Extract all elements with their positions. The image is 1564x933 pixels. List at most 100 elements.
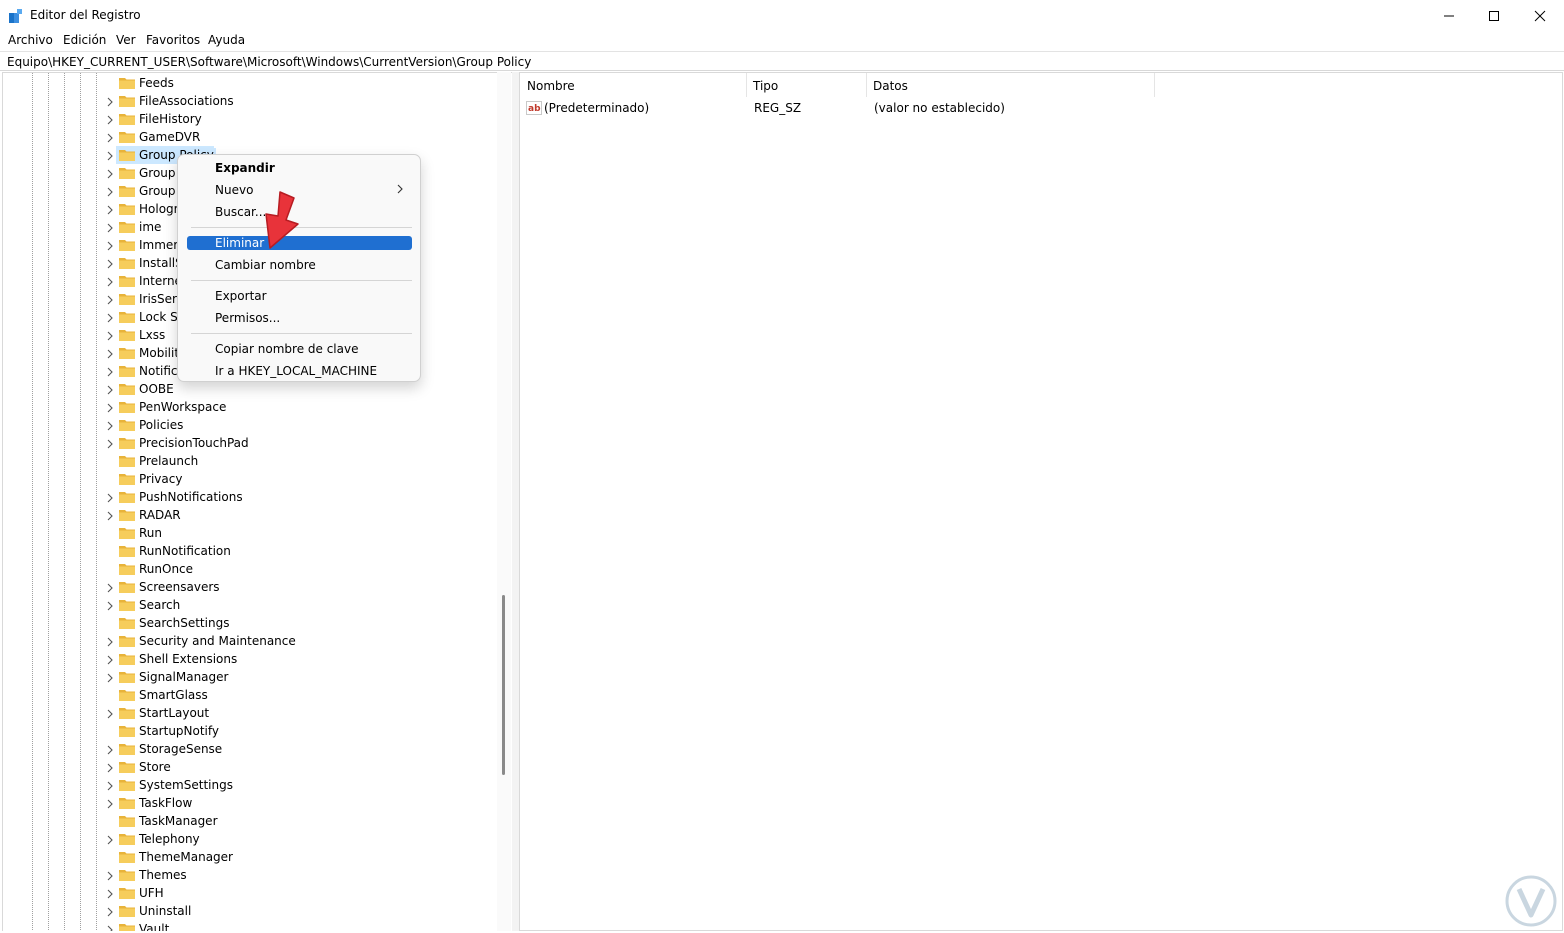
tree-scrollbar-thumb[interactable] [502, 595, 505, 775]
tree-item-label: TaskManager [139, 814, 218, 828]
tree-item[interactable]: RunNotification [3, 542, 498, 560]
menu-item-ir-a-hkey-local-machine[interactable]: Ir a HKEY_LOCAL_MACHINE [187, 364, 412, 378]
chevron-right-icon[interactable] [105, 222, 115, 233]
menu-edicion[interactable]: Edición [63, 33, 106, 47]
pane-splitter[interactable] [512, 72, 519, 931]
chevron-right-icon[interactable] [105, 438, 115, 449]
tree-item[interactable]: Uninstall [3, 902, 498, 920]
tree-item[interactable]: SearchSettings [3, 614, 498, 632]
chevron-right-icon[interactable] [105, 798, 115, 809]
menu-item-exportar[interactable]: Exportar [187, 289, 412, 303]
chevron-right-icon[interactable] [105, 240, 115, 251]
tree-item[interactable]: RADAR [3, 506, 498, 524]
chevron-right-icon[interactable] [105, 762, 115, 773]
chevron-right-icon[interactable] [105, 132, 115, 143]
tree-item[interactable]: SystemSettings [3, 776, 498, 794]
tree-item[interactable]: Store [3, 758, 498, 776]
menu-item-copiar-nombre-de-clave[interactable]: Copiar nombre de clave [187, 342, 412, 356]
menu-archivo[interactable]: Archivo [8, 33, 53, 47]
tree-item[interactable]: Feeds [3, 74, 498, 92]
close-button[interactable] [1517, 0, 1563, 32]
tree-item[interactable]: TaskFlow [3, 794, 498, 812]
chevron-right-icon[interactable] [105, 402, 115, 413]
chevron-right-icon[interactable] [105, 348, 115, 359]
chevron-right-icon[interactable] [105, 294, 115, 305]
tree-item[interactable]: ThemeManager [3, 848, 498, 866]
value-row[interactable]: ab (Predeterminado) REG_SZ (valor no est… [520, 99, 1560, 117]
address-path[interactable]: Equipo\HKEY_CURRENT_USER\Software\Micros… [7, 55, 531, 69]
chevron-right-icon[interactable] [105, 888, 115, 899]
tree-item[interactable]: Policies [3, 416, 498, 434]
tree-item[interactable]: Security and Maintenance [3, 632, 498, 650]
chevron-right-icon[interactable] [105, 510, 115, 521]
chevron-right-icon[interactable] [105, 168, 115, 179]
tree-item[interactable]: SmartGlass [3, 686, 498, 704]
watermark-logo-icon [1505, 875, 1557, 927]
tree-item[interactable]: Search [3, 596, 498, 614]
chevron-right-icon[interactable] [105, 384, 115, 395]
tree-item[interactable]: StartupNotify [3, 722, 498, 740]
chevron-right-icon[interactable] [105, 366, 115, 377]
chevron-right-icon[interactable] [105, 924, 115, 931]
tree-item[interactable]: GameDVR [3, 128, 498, 146]
chevron-right-icon[interactable] [105, 600, 115, 611]
tree-item[interactable]: Shell Extensions [3, 650, 498, 668]
chevron-right-icon[interactable] [105, 906, 115, 917]
chevron-right-icon[interactable] [105, 870, 115, 881]
menu-ayuda[interactable]: Ayuda [208, 33, 245, 47]
chevron-right-icon[interactable] [105, 636, 115, 647]
tree-scrollbar[interactable] [497, 72, 511, 931]
tree-item[interactable]: Prelaunch [3, 452, 498, 470]
tree-item[interactable]: PushNotifications [3, 488, 498, 506]
chevron-right-icon[interactable] [105, 312, 115, 323]
menu-item-cambiar-nombre[interactable]: Cambiar nombre [187, 258, 412, 272]
tree-item-label: PrecisionTouchPad [139, 436, 249, 450]
chevron-right-icon[interactable] [105, 96, 115, 107]
tree-item[interactable]: SignalManager [3, 668, 498, 686]
tree-item[interactable]: PrecisionTouchPad [3, 434, 498, 452]
menu-item-expandir[interactable]: Expandir [187, 161, 412, 175]
tree-item[interactable]: Telephony [3, 830, 498, 848]
tree-item[interactable]: Vault [3, 920, 498, 931]
menu-ver[interactable]: Ver [116, 33, 136, 47]
column-header-datos[interactable]: Datos [867, 73, 1155, 97]
tree-item[interactable]: OOBE [3, 380, 498, 398]
chevron-right-icon[interactable] [105, 186, 115, 197]
tree-item[interactable]: Themes [3, 866, 498, 884]
tree-item[interactable]: Run [3, 524, 498, 542]
tree-item[interactable]: StorageSense [3, 740, 498, 758]
chevron-right-icon[interactable] [105, 114, 115, 125]
chevron-right-icon[interactable] [105, 150, 115, 161]
menu-favoritos[interactable]: Favoritos [146, 33, 200, 47]
tree-item[interactable]: UFH [3, 884, 498, 902]
tree-item[interactable]: Privacy [3, 470, 498, 488]
chevron-right-icon[interactable] [105, 330, 115, 341]
chevron-right-icon[interactable] [105, 744, 115, 755]
tree-item[interactable]: PenWorkspace [3, 398, 498, 416]
menu-item-label: Permisos... [215, 311, 281, 325]
tree-item[interactable]: StartLayout [3, 704, 498, 722]
tree-item[interactable]: RunOnce [3, 560, 498, 578]
maximize-button[interactable] [1471, 0, 1517, 32]
chevron-right-icon[interactable] [105, 492, 115, 503]
values-pane[interactable]: Nombre Tipo Datos ab (Predeterminado) RE… [519, 72, 1563, 931]
menu-item-permisos[interactable]: Permisos... [187, 311, 412, 325]
chevron-right-icon[interactable] [105, 258, 115, 269]
address-bar[interactable]: Equipo\HKEY_CURRENT_USER\Software\Micros… [0, 51, 1564, 71]
chevron-right-icon[interactable] [105, 708, 115, 719]
column-header-tipo[interactable]: Tipo [747, 73, 867, 97]
chevron-right-icon[interactable] [105, 204, 115, 215]
chevron-right-icon[interactable] [105, 672, 115, 683]
tree-item[interactable]: Screensavers [3, 578, 498, 596]
minimize-button[interactable] [1426, 0, 1472, 32]
chevron-right-icon[interactable] [105, 654, 115, 665]
chevron-right-icon[interactable] [105, 780, 115, 791]
chevron-right-icon[interactable] [105, 834, 115, 845]
chevron-right-icon[interactable] [105, 582, 115, 593]
chevron-right-icon[interactable] [105, 276, 115, 287]
tree-item[interactable]: FileAssociations [3, 92, 498, 110]
tree-item[interactable]: TaskManager [3, 812, 498, 830]
chevron-right-icon[interactable] [105, 420, 115, 431]
column-header-nombre[interactable]: Nombre [520, 73, 747, 97]
tree-item[interactable]: FileHistory [3, 110, 498, 128]
